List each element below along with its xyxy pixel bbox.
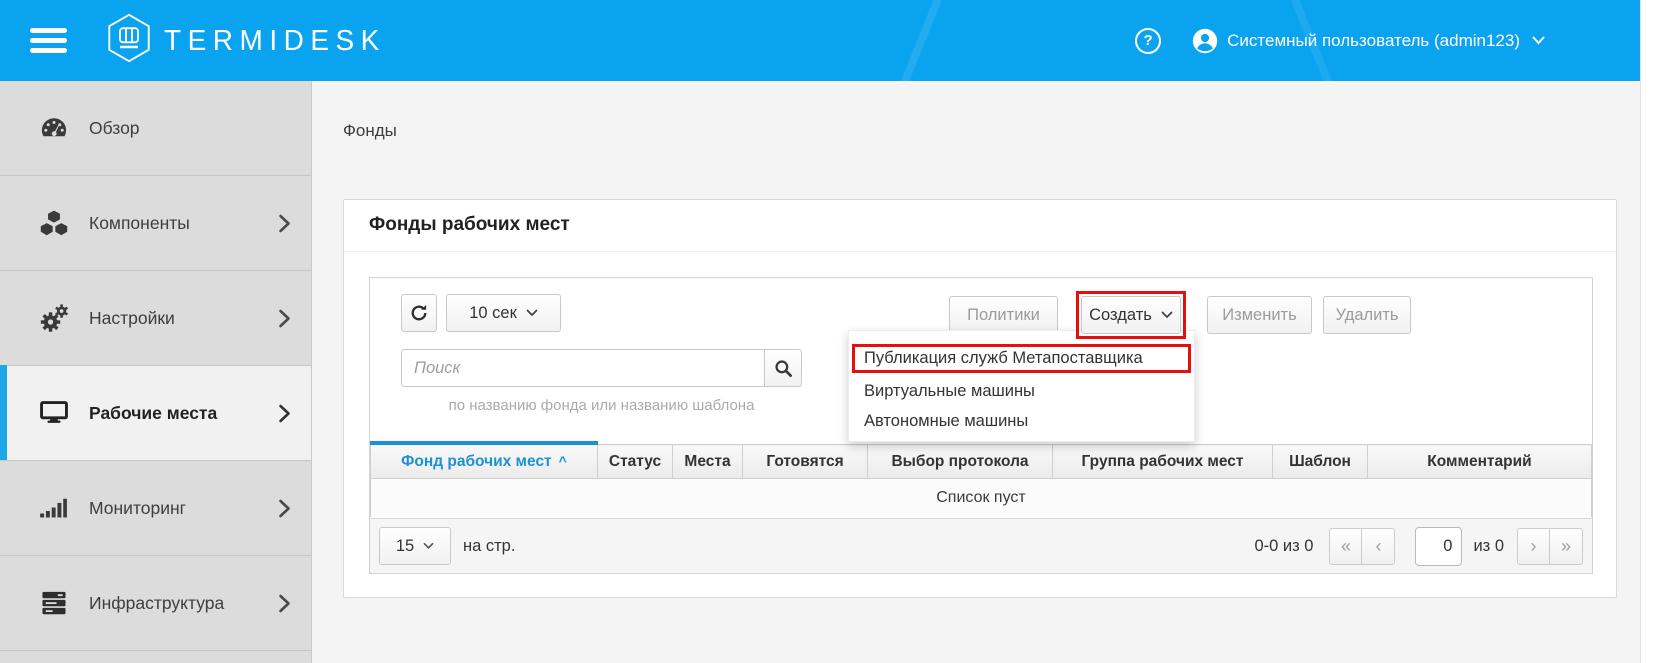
sidebar-item-label: Обзор [89, 118, 140, 139]
chevron-left-icon: ‹ [1375, 536, 1381, 557]
chevron-right-icon: › [1531, 536, 1537, 557]
sidebar-item-monitoring[interactable]: Мониторинг [0, 461, 311, 556]
page-of-label: из 0 [1473, 537, 1504, 556]
top-header: TERMIDESK ? Системный пользователь (admi… [0, 0, 1663, 81]
monitor-icon [38, 398, 70, 428]
column-header-preparing[interactable]: Готовятся [743, 445, 868, 479]
refresh-group: 10 сек [401, 294, 561, 332]
chevron-down-icon [1161, 311, 1173, 319]
table-row: Список пуст [371, 479, 1592, 517]
column-header-fund[interactable]: Фонд рабочих мест ^ [371, 445, 598, 479]
toolbar-box: 10 сек Политики Создать [369, 277, 1593, 574]
main-content: Фонды Фонды рабочих мест 10 сек [313, 81, 1640, 663]
breadcrumb[interactable]: Фонды [343, 121, 397, 141]
create-button-annotation: Создать [1076, 291, 1186, 339]
brand-name: TERMIDESK [164, 24, 386, 57]
hexagon-logo-icon [105, 13, 153, 68]
brand-logo: TERMIDESK [105, 13, 386, 68]
pagination-bar: 15 на стр. 0-0 из 0 « ‹ из 0 [370, 518, 1592, 573]
chart-bars-icon [38, 493, 70, 523]
chevron-right-icon [278, 404, 291, 423]
chevron-right-icon [278, 214, 291, 233]
page-size-value: 15 [396, 537, 414, 556]
column-header-template[interactable]: Шаблон [1273, 445, 1368, 479]
refresh-interval-select[interactable]: 10 сек [446, 294, 561, 332]
create-button-label: Создать [1089, 306, 1152, 325]
column-header-seats[interactable]: Места [673, 445, 743, 479]
help-glyph: ? [1144, 32, 1153, 49]
pagination-back-group: « ‹ [1329, 528, 1395, 565]
last-page-button[interactable]: » [1550, 528, 1583, 565]
range-label: 0-0 из 0 [1254, 537, 1313, 556]
prev-page-button[interactable]: ‹ [1362, 528, 1395, 565]
search-icon [774, 359, 793, 378]
funds-panel: Фонды рабочих мест 10 сек [343, 199, 1617, 598]
column-header-group[interactable]: Группа рабочих мест [1053, 445, 1273, 479]
user-label: Системный пользователь (admin123) [1227, 31, 1520, 51]
sidebar-item-label: Мониторинг [89, 498, 186, 519]
double-chevron-left-icon: « [1341, 536, 1351, 557]
sidebar-item-label: Инфраструктура [89, 593, 224, 614]
menu-item-annotation: Публикация служб Метапоставщика [852, 344, 1191, 373]
cubes-icon [38, 208, 70, 238]
refresh-interval-value: 10 сек [469, 304, 517, 323]
user-menu[interactable]: Системный пользователь (admin123) [1192, 28, 1545, 54]
sidebar-item-label: Компоненты [89, 213, 190, 234]
sidebar: Обзор Компоненты [0, 81, 312, 663]
delete-button[interactable]: Удалить [1323, 296, 1411, 334]
per-page-label: на стр. [463, 537, 515, 556]
server-icon [38, 588, 70, 618]
next-page-button[interactable]: › [1517, 528, 1550, 565]
search-row [401, 349, 802, 387]
search-input[interactable] [401, 349, 765, 387]
refresh-button[interactable] [401, 294, 437, 332]
dashboard-icon [38, 113, 70, 143]
edit-button[interactable]: Изменить [1207, 296, 1312, 334]
scrollbar-track[interactable] [1640, 0, 1663, 663]
column-header-comment[interactable]: Комментарий [1368, 445, 1592, 479]
empty-list-message: Список пуст [371, 479, 1592, 517]
column-label: Фонд рабочих мест [401, 453, 552, 470]
sidebar-item-infrastructure[interactable]: Инфраструктура [0, 556, 311, 651]
sidebar-item-workplaces[interactable]: Рабочие места [0, 366, 311, 461]
pagination-forward-group: › » [1517, 528, 1583, 565]
header-actions: ? Системный пользователь (admin123) [1135, 28, 1545, 54]
menu-toggle-icon[interactable] [30, 28, 67, 53]
help-icon[interactable]: ? [1135, 28, 1161, 54]
create-dropdown-menu: Публикация служб Метапоставщика Виртуаль… [848, 330, 1195, 442]
chevron-right-icon [278, 499, 291, 518]
first-page-button[interactable]: « [1329, 528, 1362, 565]
search-hint: по названию фонда или названию шаблона [401, 397, 802, 414]
chevron-right-icon [278, 309, 291, 328]
menu-item-standalone-machines[interactable]: Автономные машины [849, 403, 1194, 433]
menu-item-virtual-machines[interactable]: Виртуальные машины [849, 373, 1194, 403]
page-number-input[interactable] [1415, 527, 1462, 566]
page-size-select[interactable]: 15 [379, 527, 451, 565]
chevron-down-icon [423, 542, 434, 550]
column-header-status[interactable]: Статус [598, 445, 673, 479]
table-header-row: Фонд рабочих мест ^ Статус Места Готовятс… [371, 445, 1592, 479]
sidebar-item-components[interactable]: Компоненты [0, 176, 311, 271]
column-header-protocol[interactable]: Выбор протокола [868, 445, 1053, 479]
menu-item-metaprovider-publication[interactable]: Публикация служб Метапоставщика [855, 347, 1188, 370]
create-button[interactable]: Создать [1081, 296, 1181, 334]
double-chevron-right-icon: » [1561, 536, 1571, 557]
policies-button[interactable]: Политики [949, 296, 1058, 334]
sidebar-item-label: Рабочие места [89, 403, 217, 424]
search-button[interactable] [764, 349, 802, 387]
user-avatar-icon [1192, 28, 1218, 54]
chevron-right-icon [278, 594, 291, 613]
funds-table: Фонд рабочих мест ^ Статус Места Готовятс… [370, 444, 1592, 517]
sidebar-item-settings[interactable]: Настройки [0, 271, 311, 366]
sidebar-item-overview[interactable]: Обзор [0, 81, 311, 176]
panel-title: Фонды рабочих мест [344, 200, 1616, 252]
pagination-controls: 0-0 из 0 « ‹ из 0 › » [1254, 527, 1583, 566]
refresh-icon [410, 304, 428, 322]
sort-asc-icon: ^ [559, 453, 567, 469]
gears-icon [38, 303, 70, 333]
chevron-down-icon [1532, 36, 1545, 45]
sidebar-item-label: Настройки [89, 308, 175, 329]
chevron-down-icon [526, 309, 538, 317]
